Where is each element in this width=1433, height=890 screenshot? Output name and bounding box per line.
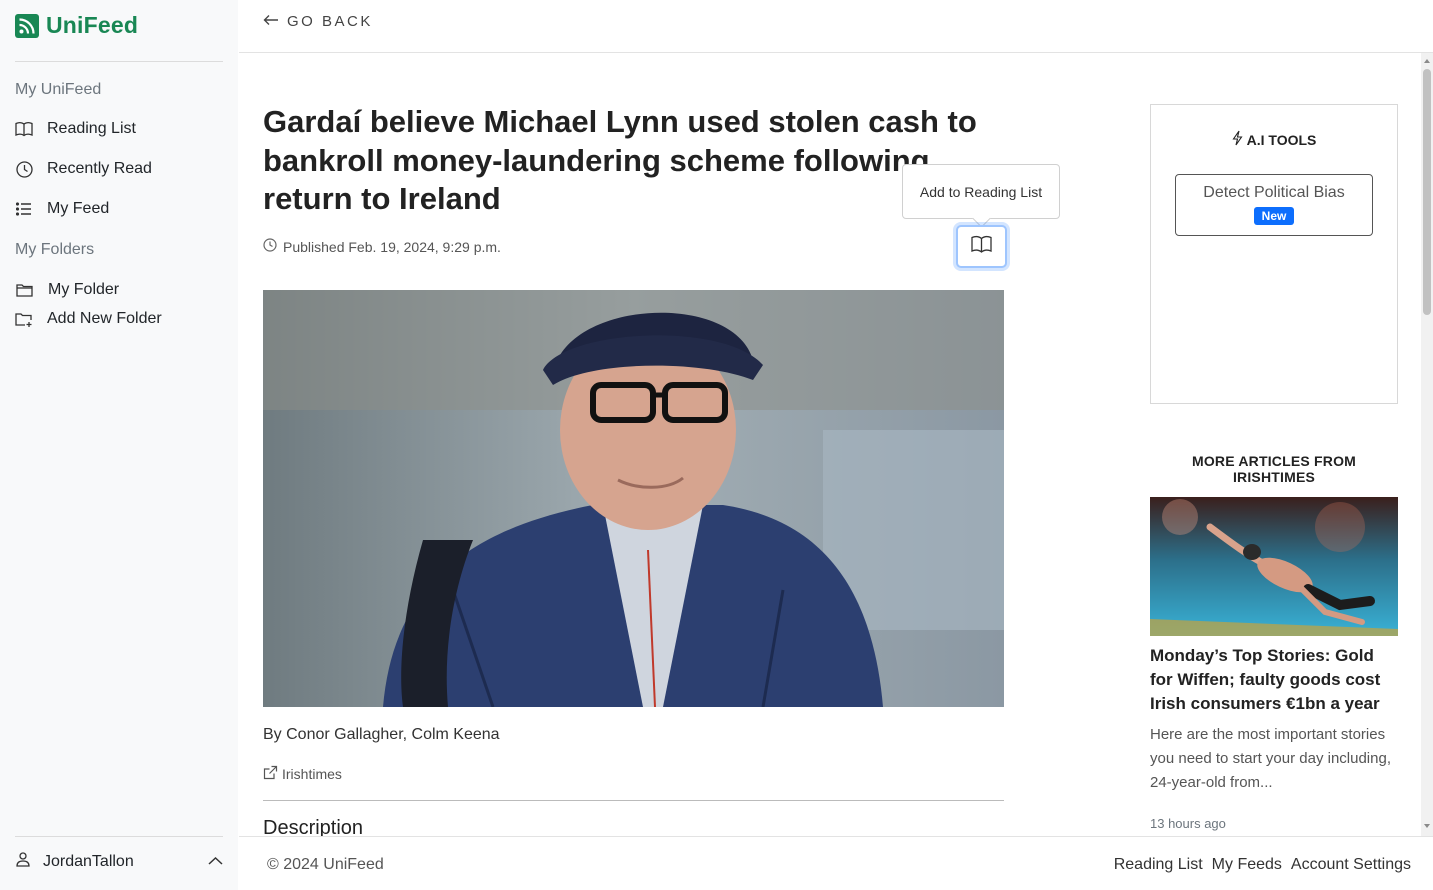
divider [263, 800, 1004, 801]
copyright: © 2024 UniFeed [267, 856, 384, 873]
sidebar-item-label: Reading List [47, 120, 136, 137]
more-article-image[interactable] [1150, 497, 1398, 636]
list-icon [15, 200, 33, 218]
ai-tools-label: A.I TOOLS [1246, 131, 1317, 148]
folder-icon [15, 281, 33, 299]
chevron-up-icon[interactable] [208, 853, 223, 871]
clock-icon [15, 160, 33, 178]
sidebar: UniFeed My UniFeed Reading List Recently… [0, 0, 238, 890]
add-new-folder-button[interactable]: Add New Folder [15, 310, 162, 328]
brand[interactable]: UniFeed [15, 12, 138, 39]
arrow-left-icon [263, 13, 279, 30]
divider [15, 61, 223, 62]
tooltip-add-to-reading-list: Add to Reading List [902, 164, 1060, 219]
sidebar-item-label: Add New Folder [47, 310, 162, 327]
more-article-time: 13 hours ago [1150, 816, 1226, 831]
ai-tools-panel: A.I TOOLS Detect Political Bias New [1150, 104, 1398, 404]
footer-link-my-feeds[interactable]: My Feeds [1212, 856, 1282, 874]
article-image [263, 290, 1004, 707]
sidebar-item-my-folder[interactable]: My Folder [15, 281, 119, 299]
rss-icon [15, 13, 39, 38]
book-icon [15, 120, 33, 138]
main-content: Gardaí believe Michael Lynn used stolen … [239, 53, 1421, 836]
go-back-button[interactable]: GO BACK [263, 13, 373, 30]
divider [15, 836, 223, 837]
clock-icon [263, 238, 277, 255]
source-link[interactable]: Irishtimes [263, 765, 342, 783]
section-heading-folders: My Folders [15, 241, 95, 258]
ai-tools-title: A.I TOOLS [1151, 130, 1397, 149]
bias-button-label: Detect Political Bias [1203, 184, 1345, 201]
book-icon [971, 235, 992, 258]
person-icon [15, 851, 31, 872]
external-link-icon [263, 765, 278, 783]
description-heading: Description [263, 817, 364, 836]
scroll-down-icon[interactable] [1421, 821, 1433, 831]
published-date: Published Feb. 19, 2024, 9:29 p.m. [263, 238, 501, 255]
lightning-icon [1232, 130, 1243, 149]
detect-political-bias-button[interactable]: Detect Political Bias New [1175, 174, 1373, 236]
scrollbar[interactable] [1421, 53, 1433, 836]
article-author: By Conor Gallagher, Colm Keena [263, 726, 500, 743]
sidebar-item-label: My Folder [48, 281, 120, 298]
folder-plus-icon [15, 310, 33, 328]
published-text: Published Feb. 19, 2024, 9:29 p.m. [283, 238, 501, 255]
footer-links: Reading List My Feeds Account Settings [1114, 856, 1411, 874]
sidebar-item-label: My Feed [47, 200, 110, 217]
footer-link-account-settings[interactable]: Account Settings [1291, 856, 1411, 874]
scroll-up-icon[interactable] [1421, 56, 1433, 66]
sidebar-item-label: Recently Read [47, 160, 152, 177]
topbar: GO BACK [239, 0, 1433, 53]
sidebar-item-recently-read[interactable]: Recently Read [15, 160, 152, 178]
scrollbar-thumb[interactable] [1423, 69, 1431, 315]
sidebar-item-reading-list[interactable]: Reading List [15, 120, 136, 138]
section-heading-unifeed: My UniFeed [15, 81, 102, 98]
more-article-title[interactable]: Monday’s Top Stories: Gold for Wiffen; f… [1150, 644, 1398, 716]
more-article-description: Here are the most important stories you … [1150, 726, 1391, 791]
source-label: Irishtimes [282, 766, 342, 782]
sidebar-item-my-feed[interactable]: My Feed [15, 200, 109, 218]
go-back-label: GO BACK [287, 13, 373, 30]
user-menu[interactable]: JordanTallon [15, 851, 223, 872]
article-title: Gardaí believe Michael Lynn used stolen … [263, 104, 977, 216]
brand-name: UniFeed [46, 12, 139, 38]
new-badge: New [1253, 207, 1295, 225]
more-articles-heading: MORE ARTICLES FROM IRISHTIMES [1191, 453, 1357, 485]
footer-link-reading-list[interactable]: Reading List [1114, 856, 1203, 874]
username: JordanTallon [43, 852, 134, 870]
add-to-reading-list-button[interactable] [956, 225, 1007, 268]
footer: © 2024 UniFeed Reading List My Feeds Acc… [239, 836, 1433, 890]
